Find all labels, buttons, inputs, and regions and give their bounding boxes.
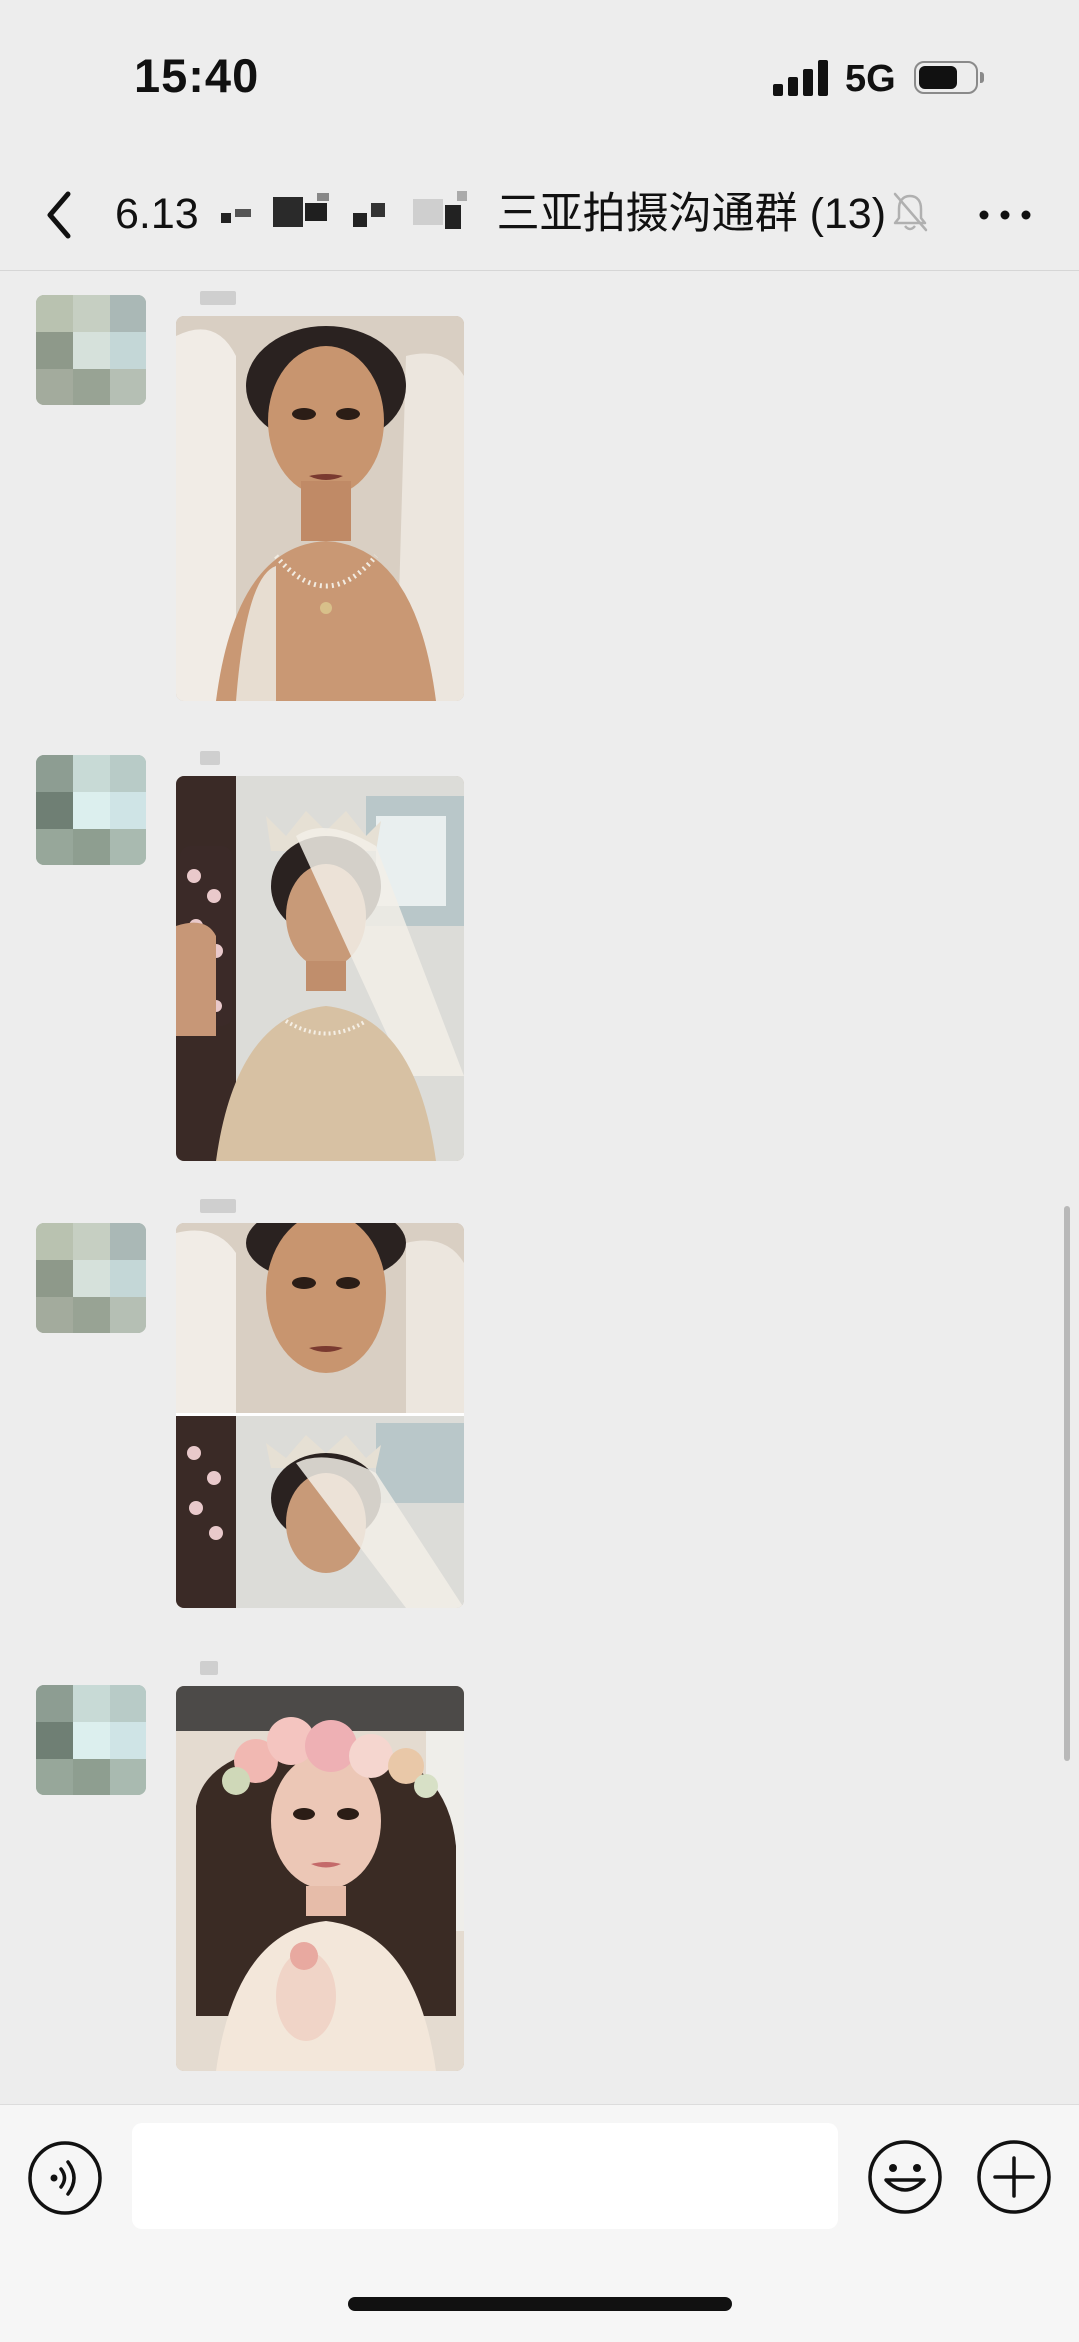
sender-avatar[interactable]	[36, 755, 146, 865]
message-list[interactable]	[0, 271, 1079, 2106]
chat-header: 6.13 三亚拍摄沟通群 (13)	[0, 160, 1079, 271]
sender-avatar[interactable]	[36, 1223, 146, 1333]
back-button[interactable]	[36, 180, 86, 250]
message-item	[0, 1191, 1079, 1631]
image-message[interactable]	[176, 316, 464, 701]
signal-bars-icon	[773, 60, 833, 96]
image-message[interactable]	[176, 1686, 464, 2071]
image-message[interactable]	[176, 776, 464, 1161]
plus-icon	[977, 2140, 1051, 2214]
status-bar: 15:40 5G	[0, 0, 1079, 160]
redacted-name	[213, 184, 483, 247]
more-dots-icon	[979, 210, 1031, 220]
network-type: 5G	[845, 58, 896, 100]
chevron-left-icon	[47, 191, 71, 239]
message-item	[0, 731, 1079, 1171]
emoji-button[interactable]	[866, 2138, 944, 2216]
home-indicator[interactable]	[348, 2297, 732, 2311]
scrollbar[interactable]	[1064, 1206, 1070, 1761]
sender-name-redacted	[200, 1661, 218, 1675]
bride-tiara-photo	[176, 776, 464, 1161]
member-count: (13)	[809, 190, 887, 238]
status-time: 15:40	[134, 49, 260, 102]
bride-collage-photo	[176, 1223, 464, 1608]
voice-button[interactable]	[27, 2140, 103, 2216]
more-button[interactable]	[975, 190, 1035, 240]
title-prefix: 6.13	[115, 190, 199, 238]
message-item	[0, 1651, 1079, 2106]
chat-title[interactable]: 6.13 三亚拍摄沟通群 (13)	[115, 181, 915, 247]
battery-icon	[914, 61, 984, 94]
emoji-icon	[868, 2140, 942, 2214]
bell-muted-icon	[890, 190, 930, 234]
bride-flower-crown-photo	[176, 1686, 464, 2071]
image-message[interactable]	[176, 1223, 464, 1608]
bride-veil-photo	[176, 316, 464, 701]
more-functions-button[interactable]	[975, 2138, 1053, 2216]
message-item	[0, 271, 1079, 711]
sender-name-redacted	[200, 291, 236, 305]
title-suffix: 三亚拍摄沟通群	[496, 190, 798, 238]
sender-avatar[interactable]	[36, 295, 146, 405]
sender-name-redacted	[200, 751, 220, 765]
sender-avatar[interactable]	[36, 1685, 146, 1795]
sender-name-redacted	[200, 1199, 236, 1213]
message-input[interactable]	[132, 2123, 838, 2229]
voice-icon	[28, 2141, 102, 2215]
